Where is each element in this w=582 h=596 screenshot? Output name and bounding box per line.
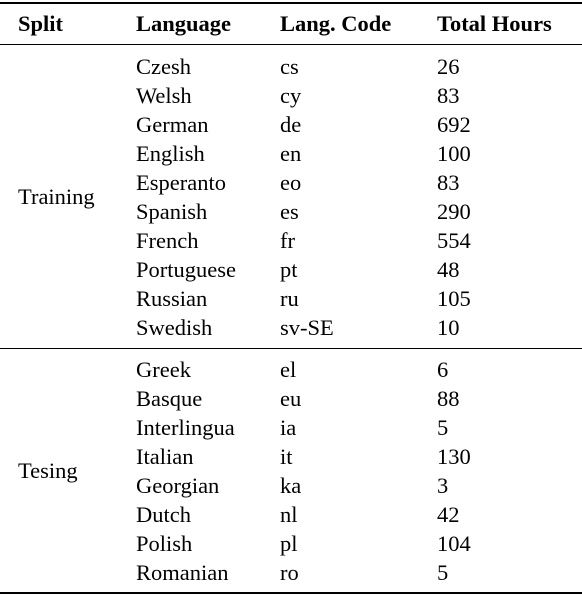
language-cell: German <box>136 112 209 137</box>
table-row: Romanian ro 5 <box>0 558 582 587</box>
table-row: Dutch nl 42 <box>0 500 582 529</box>
lang-code-cell: pt <box>280 257 298 282</box>
table-row: German de 692 <box>0 110 582 139</box>
table-row: Georgian ka 3 <box>0 471 582 500</box>
language-cell: Italian <box>136 444 194 469</box>
language-cell: Polish <box>136 531 193 556</box>
lang-code-cell: eu <box>280 386 302 411</box>
split-label: Tesing <box>18 457 78 483</box>
mid-rule <box>0 348 582 349</box>
lang-code-cell: ka <box>280 473 302 498</box>
total-hours-cell: 6 <box>437 357 449 382</box>
lang-code-cell: nl <box>280 502 298 527</box>
language-cell: Georgian <box>136 473 220 498</box>
header-split: Split <box>18 11 64 36</box>
total-hours-cell: 105 <box>437 286 471 311</box>
language-cell: Interlingua <box>136 415 235 440</box>
lang-code-cell: sv-SE <box>280 315 334 340</box>
total-hours-cell: 130 <box>437 444 471 469</box>
split-label: Training <box>18 183 95 209</box>
language-cell: Czesh <box>136 54 191 79</box>
table-row: Welsh cy 83 <box>0 81 582 110</box>
total-hours-cell: 5 <box>437 560 449 585</box>
total-hours-cell: 83 <box>437 83 460 108</box>
total-hours-cell: 83 <box>437 170 460 195</box>
total-hours-cell: 554 <box>437 228 471 253</box>
total-hours-cell: 5 <box>437 415 449 440</box>
lang-code-cell: it <box>280 444 293 469</box>
table-row: Russian ru 105 <box>0 284 582 313</box>
total-hours-cell: 692 <box>437 112 471 137</box>
lang-code-cell: ia <box>280 415 297 440</box>
language-cell: Esperanto <box>136 170 226 195</box>
language-cell: Dutch <box>136 502 191 527</box>
table-row: English en 100 <box>0 139 582 168</box>
table-row: Portuguese pt 48 <box>0 255 582 284</box>
lang-code-cell: cy <box>280 83 302 108</box>
language-cell: Russian <box>136 286 208 311</box>
lang-code-cell: en <box>280 141 302 166</box>
table-row: French fr 554 <box>0 226 582 255</box>
total-hours-cell: 104 <box>437 531 471 556</box>
language-cell: Romanian <box>136 560 229 585</box>
lang-code-cell: ro <box>280 560 299 585</box>
table-row: Basque eu 88 <box>0 384 582 413</box>
language-cell: English <box>136 141 205 166</box>
header-rule <box>0 44 582 45</box>
table-row: Polish pl 104 <box>0 529 582 558</box>
bottom-rule <box>0 592 582 594</box>
language-cell: Swedish <box>136 315 213 340</box>
lang-code-cell: de <box>280 112 302 137</box>
lang-code-cell: el <box>280 357 297 382</box>
header-language: Language <box>136 11 232 36</box>
total-hours-cell: 26 <box>437 54 460 79</box>
language-cell: Welsh <box>136 83 192 108</box>
lang-code-cell: es <box>280 199 299 224</box>
language-cell: Portuguese <box>136 257 236 282</box>
lang-code-cell: fr <box>280 228 295 253</box>
total-hours-cell: 3 <box>437 473 449 498</box>
table-row: Interlingua ia 5 <box>0 413 582 442</box>
total-hours-cell: 42 <box>437 502 460 527</box>
header-lang-code: Lang. Code <box>280 11 392 36</box>
lang-code-cell: pl <box>280 531 298 556</box>
lang-code-cell: eo <box>280 170 302 195</box>
language-cell: Spanish <box>136 199 208 224</box>
lang-code-cell: cs <box>280 54 299 79</box>
total-hours-cell: 290 <box>437 199 471 224</box>
table-row: Greek el 6 <box>0 355 582 384</box>
table-row: Italian it 130 <box>0 442 582 471</box>
table-row: Swedish sv-SE 10 <box>0 313 582 342</box>
language-cell: Basque <box>136 386 203 411</box>
total-hours-cell: 48 <box>437 257 460 282</box>
lang-code-cell: ru <box>280 286 299 311</box>
header-total-hours: Total Hours <box>437 11 552 36</box>
total-hours-cell: 88 <box>437 386 460 411</box>
table-row: Czesh cs 26 <box>0 52 582 81</box>
total-hours-cell: 10 <box>437 315 460 340</box>
total-hours-cell: 100 <box>437 141 471 166</box>
language-cell: Greek <box>136 357 191 382</box>
language-cell: French <box>136 228 199 253</box>
top-rule <box>0 2 582 4</box>
